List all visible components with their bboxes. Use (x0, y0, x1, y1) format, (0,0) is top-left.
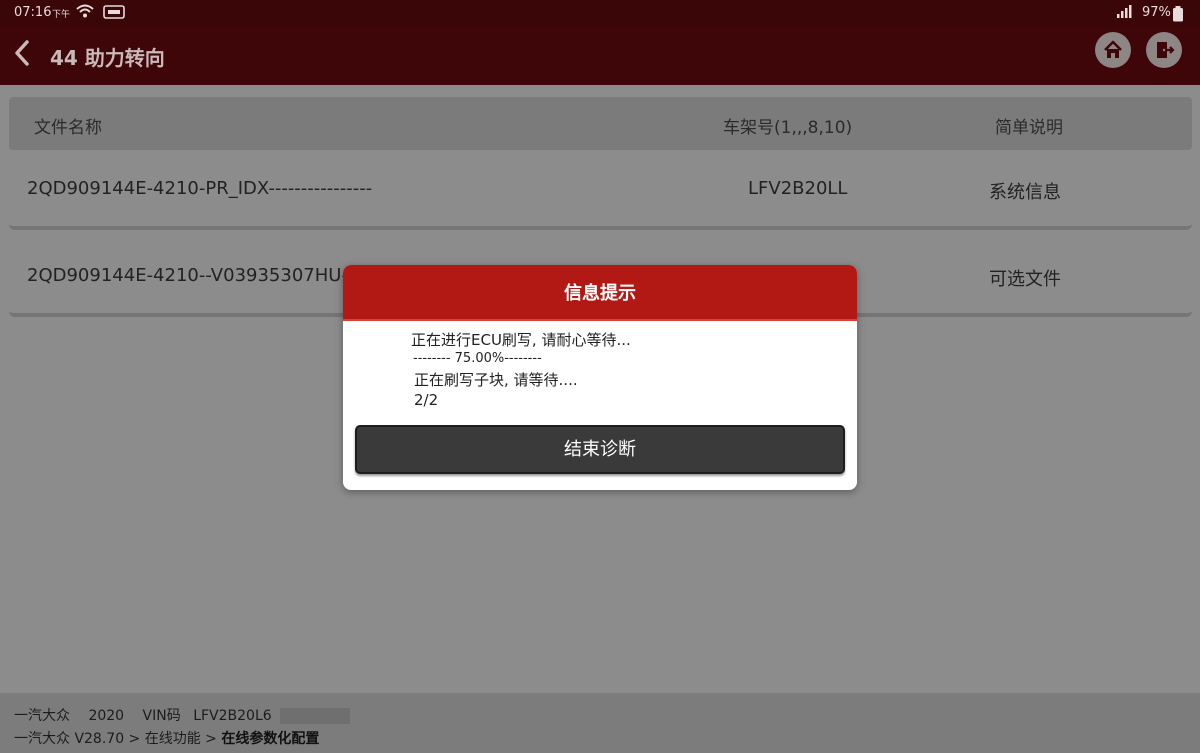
column-header-vin: 车架号(1,,,8,10) (723, 118, 853, 138)
dialog-line-block-count: 2/2 (414, 391, 439, 409)
status-ampm: 下午 (52, 10, 71, 20)
exit-button[interactable] (1146, 32, 1182, 68)
table-header: 文件名称 车架号(1,,,8,10) 简单说明 (9, 97, 1192, 150)
breadcrumb: 一汽大众 V28.70 > 在线功能 > 在线参数化配置 (14, 728, 319, 748)
column-header-description: 简单说明 (995, 118, 1063, 138)
notification-icon (103, 5, 125, 23)
app-header: 44 助力转向 (0, 26, 1200, 85)
vin-value: LFV2B20L6 (193, 708, 272, 724)
info-dialog: 信息提示 正在进行ECU刷写, 请耐心等待... -------- 75.00%… (343, 265, 857, 490)
row-vin: LFV2B20LL (748, 178, 848, 199)
vehicle-brand: 一汽大众 (14, 708, 70, 724)
battery-icon (1172, 6, 1184, 26)
row-description: 系统信息 (989, 182, 1061, 203)
page-title: 44 助力转向 (50, 46, 165, 70)
vehicle-year: 2020 (88, 708, 125, 724)
breadcrumb-path: 一汽大众 V28.70 > 在线功能 > (14, 731, 217, 747)
home-icon (1104, 40, 1122, 58)
vehicle-info-line: 一汽大众 2020 VIN码 LFV2B20L6 (14, 705, 351, 725)
back-button[interactable] (10, 38, 36, 68)
breadcrumb-current: 在线参数化配置 (221, 731, 320, 747)
status-time: 07:16 (14, 5, 52, 20)
status-bar: 07:16 下午 97% (0, 0, 1200, 26)
back-icon (15, 40, 29, 66)
end-diagnosis-button[interactable]: 结束诊断 (355, 425, 845, 474)
home-button[interactable] (1095, 32, 1131, 68)
dialog-line-status: 正在进行ECU刷写, 请耐心等待... (411, 331, 631, 349)
wifi-icon (76, 4, 94, 22)
redacted-vin-mask (280, 708, 351, 724)
signal-icon (1116, 5, 1132, 23)
row-filename: 2QD909144E-4210--V03935307HU- (27, 265, 348, 286)
dialog-line-substatus: 正在刷写子块, 请等待.... (414, 371, 578, 389)
row-description: 可选文件 (989, 269, 1061, 290)
vehicle-info-footer: 一汽大众 2020 VIN码 LFV2B20L6 一汽大众 V28.70 > 在… (0, 693, 1200, 753)
vin-label: VIN码 (142, 708, 181, 724)
dialog-title: 信息提示 (343, 265, 857, 321)
column-header-filename: 文件名称 (34, 118, 102, 138)
table-row[interactable]: 2QD909144E-4210-PR_IDX---------------- L… (9, 150, 1192, 230)
exit-icon (1157, 42, 1175, 58)
dialog-line-progress: -------- 75.00%-------- (413, 351, 542, 366)
battery-percent: 97% (1142, 5, 1171, 20)
row-filename: 2QD909144E-4210-PR_IDX---------------- (27, 178, 373, 199)
